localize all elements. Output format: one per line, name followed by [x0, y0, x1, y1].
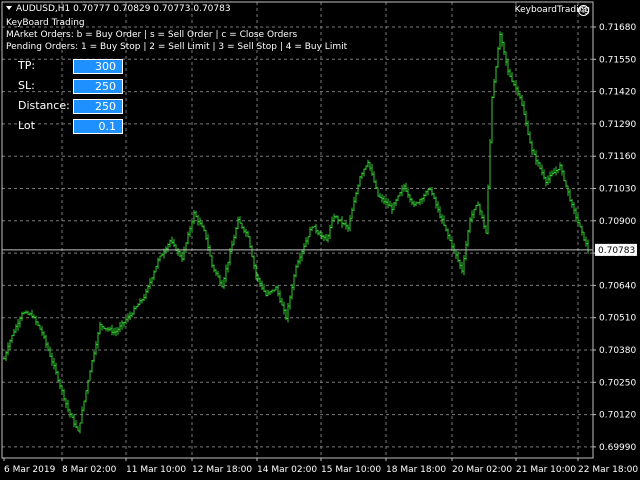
y-tick-label: 0.69990	[599, 443, 636, 453]
lot-input[interactable]: 0.1	[73, 119, 123, 134]
x-tick-label: 18 Mar 18:00	[386, 465, 446, 475]
x-tick-label: 15 Mar 10:00	[321, 465, 381, 475]
x-tick-label: 21 Mar 10:00	[516, 465, 576, 475]
y-tick-label: 0.71550	[599, 55, 636, 65]
symbol-line: AUDUSD,H1 0.70777 0.70829 0.70773 0.7078…	[16, 4, 231, 14]
smiley-icon[interactable]: ☺	[578, 5, 589, 16]
y-tick-label: 0.71160	[599, 152, 636, 162]
x-tick-label: 14 Mar 02:00	[257, 465, 317, 475]
y-tick-label: 0.71030	[599, 185, 636, 195]
sl-input[interactable]: 250	[73, 79, 123, 94]
y-tick-label: 0.71420	[599, 88, 636, 98]
x-tick-label: 22 Mar 18:00	[578, 465, 638, 475]
y-tick-label: 0.70640	[599, 281, 636, 291]
pending-orders-help: Pending Orders: 1 = Buy Stop | 2 = Sell …	[6, 42, 348, 52]
y-tick-label: 0.70120	[599, 411, 636, 421]
y-tick-label: 0.70900	[599, 217, 636, 227]
x-tick-label: 11 Mar 10:00	[126, 465, 186, 475]
y-tick-label: 0.70380	[599, 346, 636, 356]
symbol-info: AUDUSD,H1 0.70777 0.70829 0.70773 0.7078…	[6, 4, 231, 15]
lot-label: Lot	[18, 119, 35, 132]
distance-input[interactable]: 250	[73, 99, 123, 114]
y-tick-label: 0.70510	[599, 314, 636, 324]
x-tick-label: 8 Mar 02:00	[62, 465, 117, 475]
y-tick-label: 0.71290	[599, 120, 636, 130]
x-tick-label: 12 Mar 18:00	[192, 465, 252, 475]
y-tick-label: 0.70250	[599, 378, 636, 388]
market-orders-help: MArket Orders: b = Buy Order | s = Sell …	[6, 30, 298, 40]
current-price-label: 0.70783	[598, 246, 635, 256]
ea-title: KeyBoard Trading	[6, 18, 85, 28]
sl-label: SL:	[18, 79, 35, 92]
y-tick-label: 0.71680	[599, 23, 636, 33]
x-tick-label: 6 Mar 2019	[4, 465, 56, 475]
triangle-down-icon[interactable]	[6, 6, 12, 10]
tp-label: TP:	[18, 59, 36, 72]
tp-input[interactable]: 300	[73, 59, 123, 74]
x-tick-label: 20 Mar 02:00	[452, 465, 512, 475]
distance-label: Distance:	[18, 99, 70, 112]
